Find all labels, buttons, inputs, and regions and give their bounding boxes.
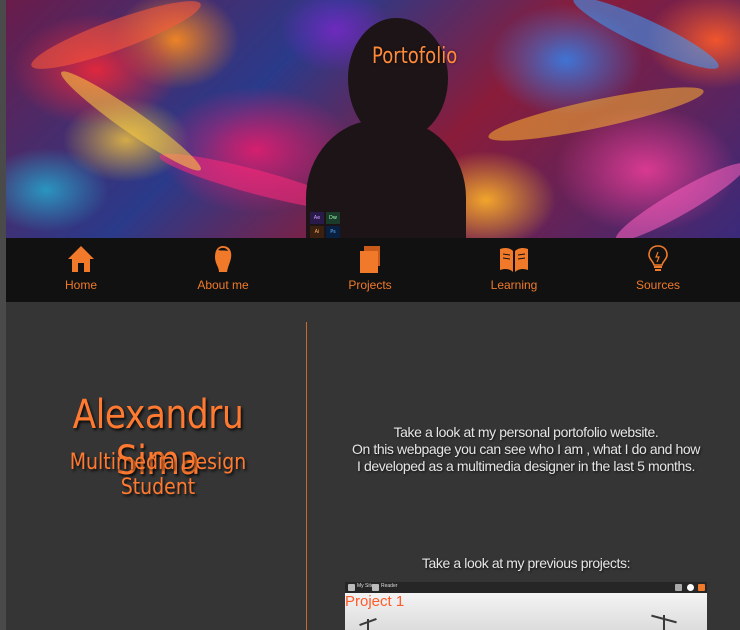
intro-line: On this webpage you can see who I am , w… <box>351 441 701 457</box>
book-icon <box>500 247 528 272</box>
intro-text: Take a look at my personal portofolio we… <box>326 424 726 475</box>
after-effects-icon: Ae <box>310 212 324 224</box>
profile-role: Multimedia Design Student <box>69 450 247 500</box>
profile-icon <box>687 584 694 591</box>
vertical-divider <box>306 322 307 630</box>
paint-streak <box>610 154 740 238</box>
lightbulb-icon <box>648 245 668 271</box>
reader-icon <box>372 584 379 591</box>
nav-item-sources[interactable]: Sources <box>608 244 708 298</box>
main-navigation: Home About me Projects Learning Sources <box>6 238 740 302</box>
main-content: Alexandru Sima Multimedia Design Student… <box>6 302 740 630</box>
nav-item-projects[interactable]: Projects <box>320 244 420 298</box>
browser-icon <box>348 584 355 591</box>
home-icon <box>68 246 94 272</box>
folder-icon <box>360 246 380 273</box>
nav-item-learning[interactable]: Learning <box>464 244 564 298</box>
photoshop-icon: Ps <box>326 226 340 238</box>
project-thumbnail[interactable]: My Site Reader Project 1 <box>345 582 707 630</box>
hero-title: Portofolio <box>372 44 458 69</box>
hero-banner: Portofolio Ae Dw Ai Ps <box>6 0 740 238</box>
nav-label-sources: Sources <box>635 278 681 292</box>
paint-streak <box>26 0 206 80</box>
nav-label-learning: Learning <box>490 278 538 292</box>
illustrator-icon: Ai <box>310 226 324 238</box>
project-1-label[interactable]: Project 1 <box>345 593 404 610</box>
nav-item-about-me[interactable]: About me <box>173 244 273 298</box>
thumbnail-browser-bar: My Site Reader <box>345 582 707 593</box>
projects-heading: Take a look at my previous projects: <box>421 555 631 571</box>
nav-label-about-me: About me <box>197 278 249 292</box>
intro-line: Take a look at my personal portofolio we… <box>393 424 659 440</box>
app-icons-badge: Ae Dw Ai Ps <box>310 212 340 238</box>
dreamweaver-icon: Dw <box>326 212 340 224</box>
extension-icon <box>675 584 682 591</box>
menu-icon <box>698 584 705 591</box>
browser-tab-label: Reader <box>381 583 398 589</box>
paint-streak <box>568 0 724 79</box>
nav-label-home: Home <box>64 278 97 292</box>
intro-line: I developed as a multimedia designer in … <box>357 458 695 474</box>
paint-streak <box>55 63 207 179</box>
paint-streak <box>485 77 707 151</box>
head-icon <box>215 246 232 272</box>
nav-item-home[interactable]: Home <box>31 244 131 298</box>
nav-label-projects: Projects <box>348 278 392 292</box>
